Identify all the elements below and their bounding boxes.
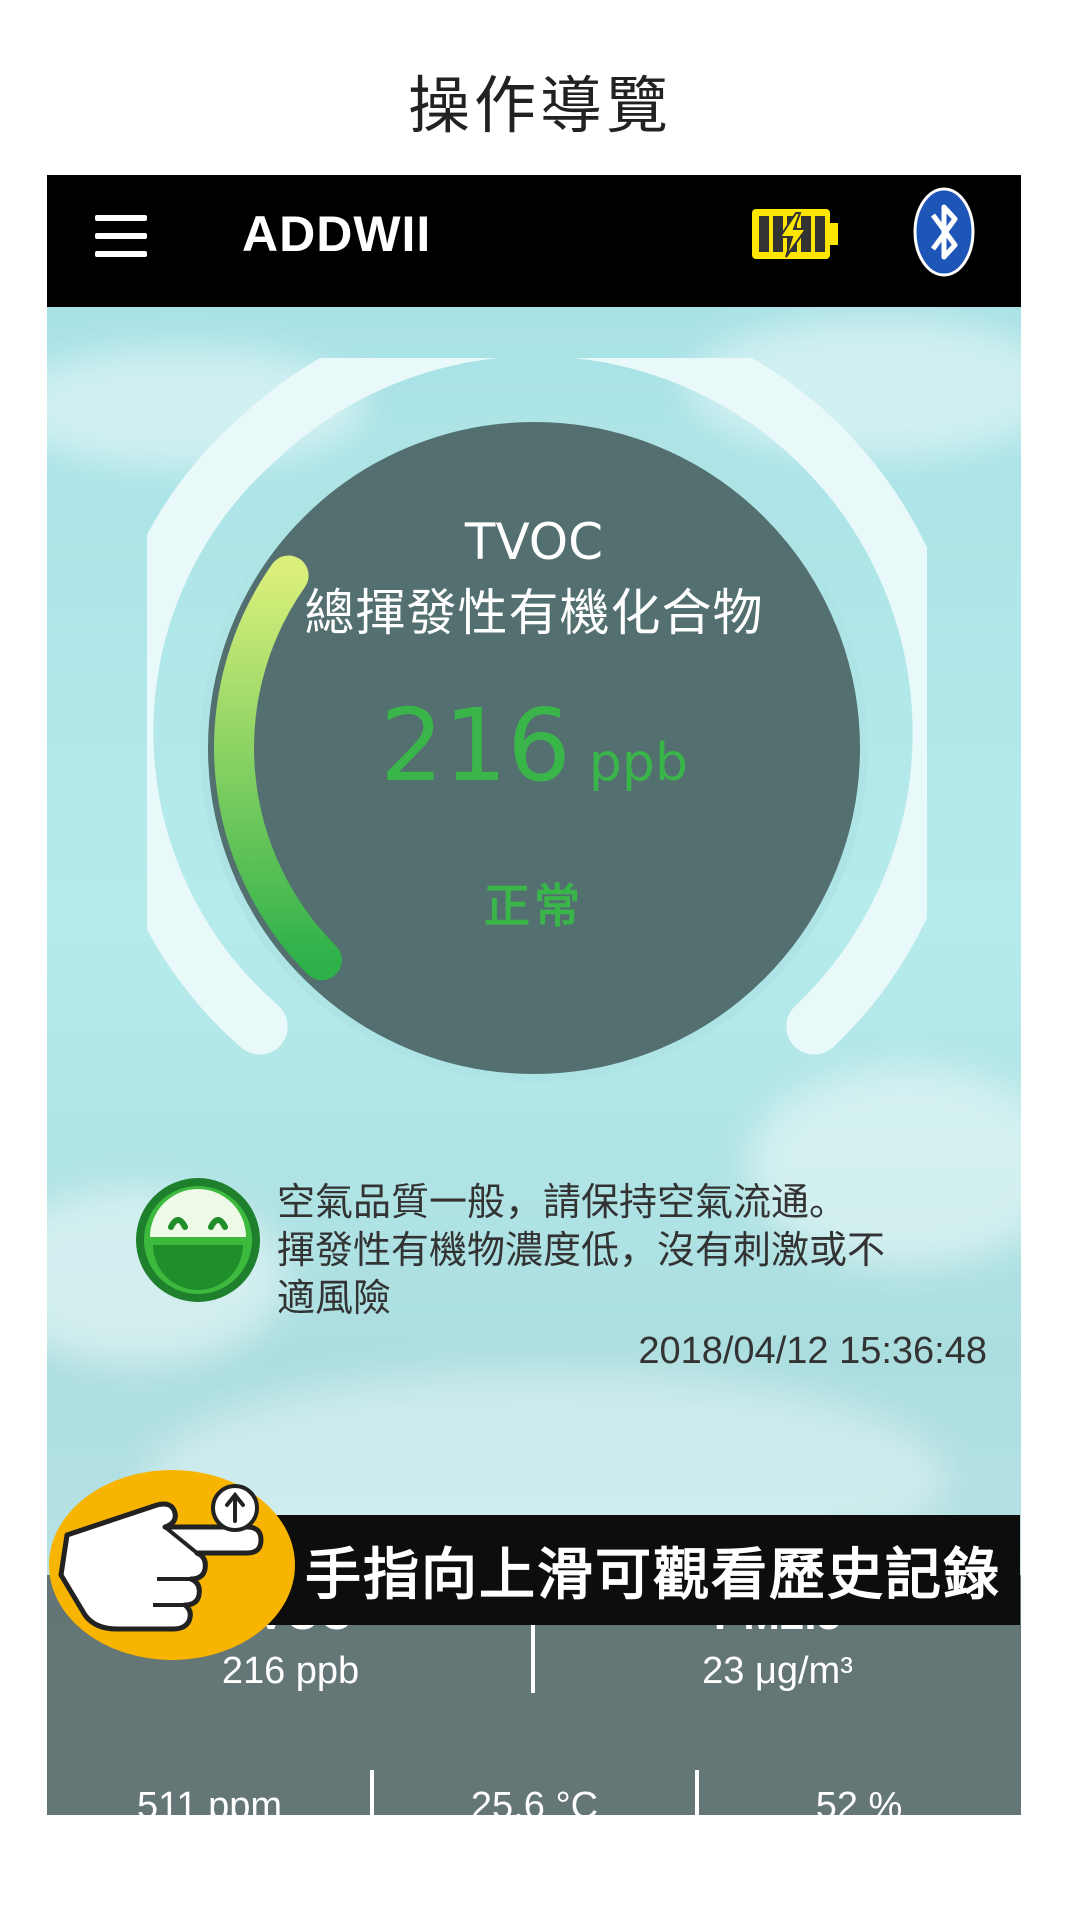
status-label: 正常 xyxy=(484,879,584,933)
gauge-value: 216 xyxy=(380,687,571,804)
panel-cell-humidity[interactable]: 52 % xyxy=(697,1775,1021,1815)
panel-humidity-value: 52 % xyxy=(815,1785,903,1815)
hamburger-menu-icon[interactable] xyxy=(95,215,147,259)
panel-temperature-value: 25.6 °C xyxy=(470,1785,599,1815)
app-bar: ADDWII xyxy=(47,175,1021,307)
smiley-face-icon xyxy=(136,1178,260,1302)
pointing-hand-swipe-up-icon xyxy=(49,1470,295,1660)
page-title: 操作導覽 xyxy=(407,69,672,142)
gauge-reading: 216 ppb xyxy=(47,687,1021,804)
panel-pm25-value: 23 μg/m³ xyxy=(702,1650,853,1692)
reading-timestamp: 2018/04/12 15:36:48 xyxy=(638,1330,987,1372)
panel-cell-co2[interactable]: 511 ppm xyxy=(47,1775,372,1815)
gauge-unit: ppb xyxy=(588,733,688,793)
gauge-title: TVOC xyxy=(464,513,604,571)
advice-line-1: 空氣品質一般，請保持空氣流通。 xyxy=(277,1180,848,1224)
panel-cell-temperature[interactable]: 25.6 °C xyxy=(372,1775,697,1815)
app-title: ADDWII xyxy=(242,206,432,262)
panel-co2-value: 511 ppm xyxy=(136,1785,283,1815)
air-quality-advice: 空氣品質一般，請保持空氣流通。 揮發性有機物濃度低，沒有刺激或不 適風險 xyxy=(277,1178,977,1322)
gauge-subtitle: 總揮發性有機化合物 xyxy=(304,584,764,642)
battery-charging-icon xyxy=(752,209,838,259)
bluetooth-icon[interactable] xyxy=(913,187,975,277)
advice-line-2: 揮發性有機物濃度低，沒有刺激或不 xyxy=(277,1228,886,1272)
advice-line-3: 適風險 xyxy=(277,1276,392,1320)
swipe-hint-text: 手指向上滑可觀看歷史記錄 xyxy=(305,1543,1001,1608)
